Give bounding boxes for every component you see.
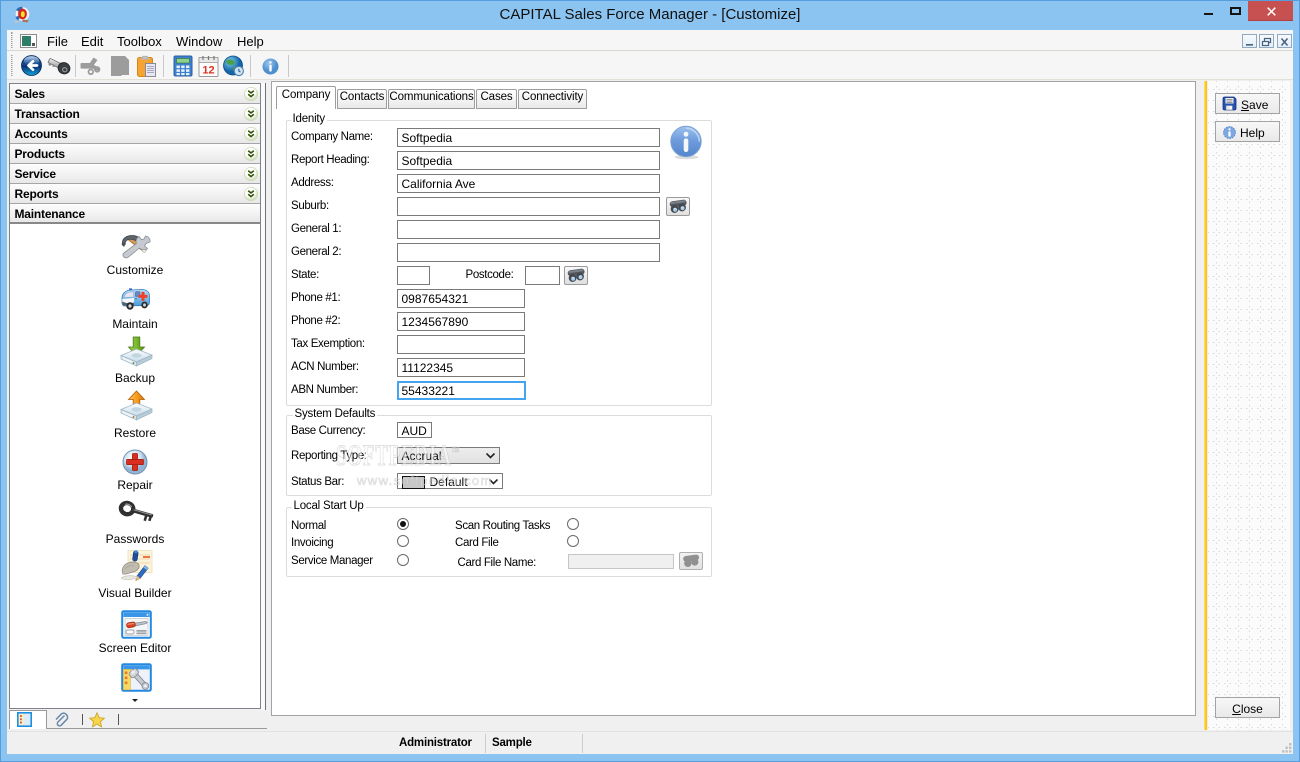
svg-text:12: 12	[202, 65, 214, 77]
